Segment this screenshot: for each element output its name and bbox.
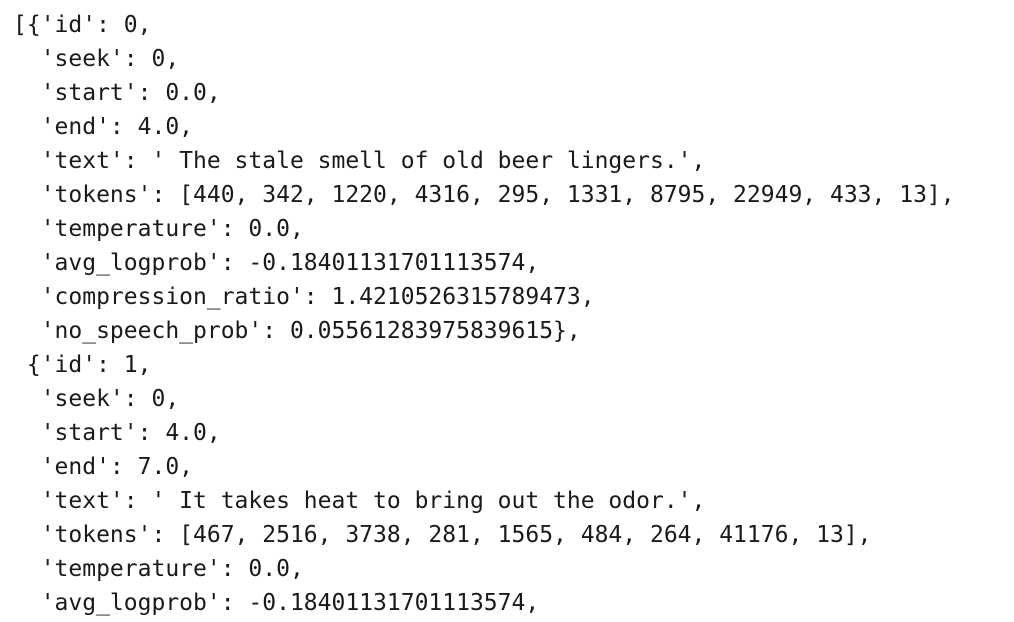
code-line: 'seek': 0, bbox=[13, 46, 180, 72]
code-line: 'end': 7.0, bbox=[13, 454, 194, 480]
code-line: 'text': ' It takes heat to bring out the… bbox=[13, 488, 706, 514]
code-line: [{'id': 0, bbox=[13, 12, 152, 38]
code-line: 'end': 4.0, bbox=[13, 114, 194, 140]
code-line: 'start': 0.0, bbox=[13, 80, 221, 106]
console-output-pane[interactable]: [{'id': 0, 'seek': 0, 'start': 0.0, 'end… bbox=[0, 0, 1014, 622]
code-line: 'seek': 0, bbox=[13, 386, 180, 412]
code-line: {'id': 1, bbox=[13, 352, 152, 378]
code-line: 'avg_logprob': -0.18401131701113574, bbox=[13, 250, 540, 276]
code-line: 'tokens': [440, 342, 1220, 4316, 295, 13… bbox=[13, 182, 955, 208]
pprint-output-text: [{'id': 0, 'seek': 0, 'start': 0.0, 'end… bbox=[13, 8, 1014, 622]
code-line: 'compression_ratio': 1.4210526315789473, bbox=[13, 284, 595, 310]
code-line: 'temperature': 0.0, bbox=[13, 216, 304, 242]
code-line: 'no_speech_prob': 0.05561283975839615}, bbox=[13, 318, 581, 344]
code-line: 'tokens': [467, 2516, 3738, 281, 1565, 4… bbox=[13, 522, 872, 548]
code-line: 'avg_logprob': -0.18401131701113574, bbox=[13, 590, 540, 616]
code-line: 'start': 4.0, bbox=[13, 420, 221, 446]
code-line: 'text': ' The stale smell of old beer li… bbox=[13, 148, 706, 174]
code-line: 'temperature': 0.0, bbox=[13, 556, 304, 582]
